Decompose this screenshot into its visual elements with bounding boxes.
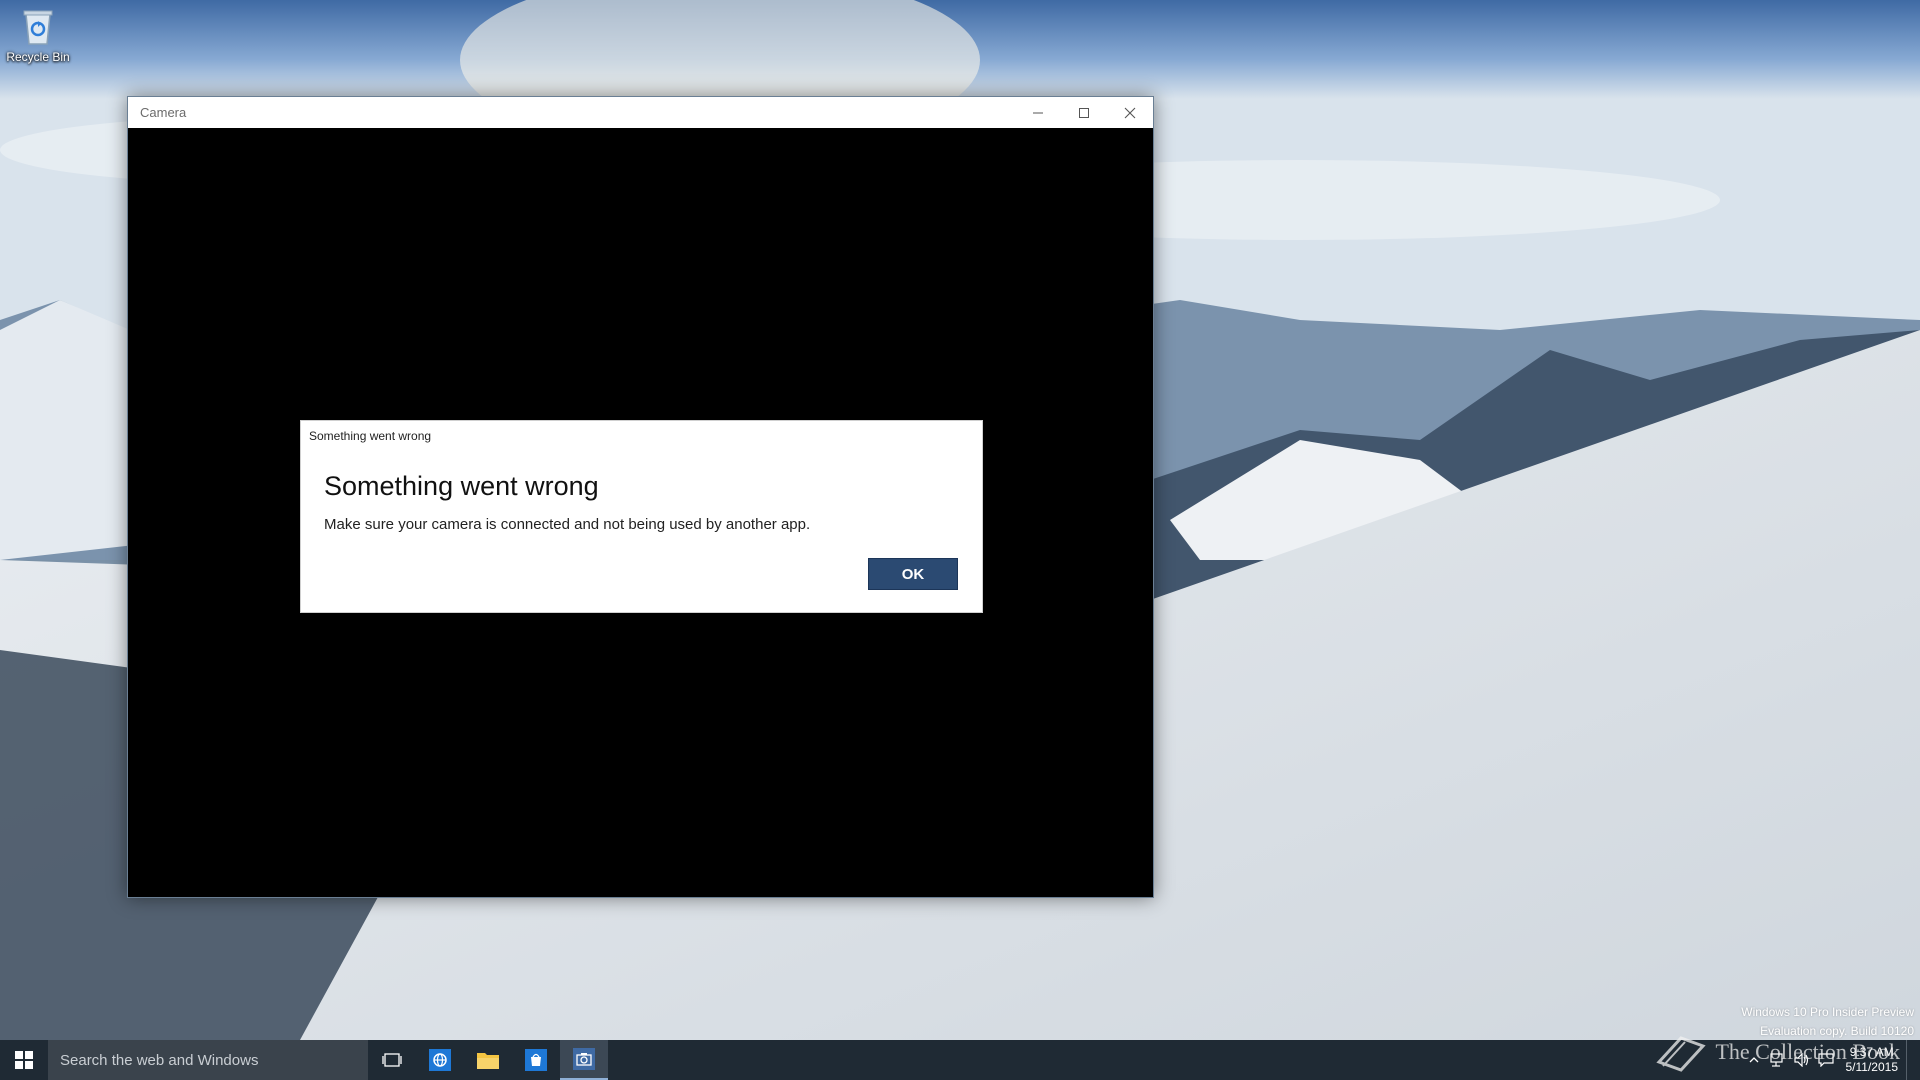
window-titlebar[interactable]: Camera (128, 97, 1153, 128)
dialog-message: Make sure your camera is connected and n… (324, 516, 811, 533)
ok-button[interactable]: OK (868, 558, 958, 590)
brand-text: The Collection Book (1715, 1039, 1900, 1064)
show-desktop-button[interactable] (1906, 1040, 1912, 1080)
dialog-heading: Something went wrong (324, 471, 599, 501)
search-placeholder: Search the web and Windows (60, 1051, 259, 1069)
minimize-button[interactable] (1015, 97, 1061, 128)
taskbar-camera[interactable] (560, 1040, 608, 1080)
window-title: Camera (140, 105, 187, 120)
browser-icon (429, 1049, 451, 1071)
task-view-icon (382, 1053, 402, 1067)
error-dialog: Something went wrong Something went wron… (300, 420, 983, 613)
taskbar-store[interactable] (512, 1040, 560, 1080)
minimize-icon (1033, 112, 1043, 113)
maximize-button[interactable] (1061, 97, 1107, 128)
recycle-bin-icon (17, 6, 59, 48)
desktop-icon-recycle-bin[interactable]: Recycle Bin (6, 6, 70, 64)
desktop-icon-label: Recycle Bin (6, 50, 70, 64)
window-controls (1015, 97, 1153, 128)
windows-logo-icon (15, 1051, 33, 1069)
close-icon (1124, 107, 1136, 118)
camera-viewport: Something went wrong Something went wron… (128, 128, 1153, 897)
brand-watermark: The Collection Book (1655, 1032, 1900, 1072)
store-icon (525, 1049, 547, 1071)
file-explorer-icon (477, 1053, 499, 1069)
search-input[interactable]: Search the web and Windows (48, 1040, 368, 1080)
camera-icon (573, 1048, 595, 1070)
taskbar-browser[interactable] (416, 1040, 464, 1080)
dialog-caption: Something went wrong (309, 429, 432, 443)
watermark-line1: Windows 10 Pro Insider Preview (1741, 1005, 1914, 1019)
camera-window: Camera Something went wrong Something we… (127, 96, 1154, 898)
maximize-icon (1079, 107, 1089, 118)
close-button[interactable] (1107, 97, 1153, 128)
task-view-button[interactable] (368, 1040, 416, 1080)
taskbar: Search the web and Windows 9:37 AM 5/11/… (0, 1040, 1920, 1080)
book-icon (1656, 1036, 1707, 1072)
start-button[interactable] (0, 1040, 48, 1080)
taskbar-file-explorer[interactable] (464, 1040, 512, 1080)
